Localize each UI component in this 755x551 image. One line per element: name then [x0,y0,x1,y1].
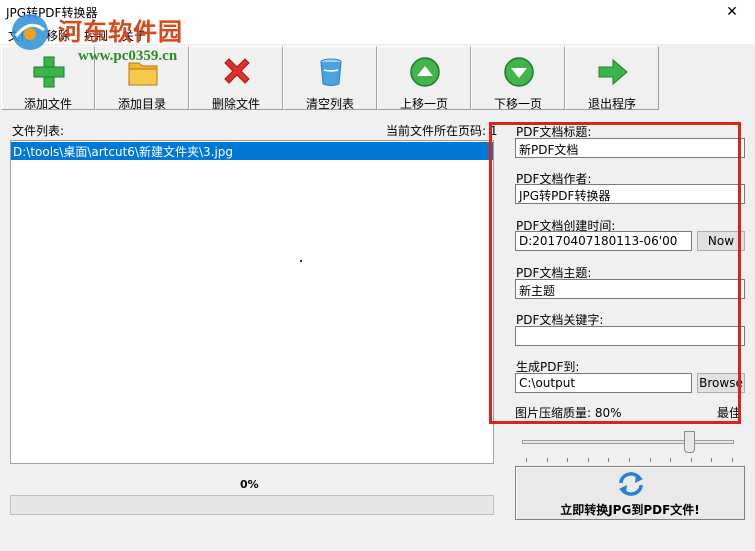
stray-dot [300,260,302,262]
convert-button[interactable]: 立即转换JPG到PDF文件! [515,466,745,520]
clear-list-label: 清空列表 [305,97,354,111]
slider-tick [690,458,692,462]
slider-tick [567,458,569,462]
watermark-url: www.pc0359.cn [78,48,178,64]
move-down-label: 下移一页 [493,97,542,111]
convert-button-label: 立即转换JPG到PDF文件! [560,503,700,517]
move-up-label: 上移一页 [399,97,448,111]
watermark-title: 河东软件园 [58,17,183,46]
slider-tick [546,458,548,462]
add-folder-label: 添加目录 [117,97,166,111]
close-button[interactable]: ✕ [709,0,755,24]
clear-bucket-icon [320,58,342,86]
progress-bar [10,495,494,515]
arrow-down-icon [504,57,534,87]
slider-tick [670,458,672,462]
delete-file-label: 删除文件 [211,97,260,111]
exit-label: 退出程序 [587,97,636,111]
current-page-label: 当前文件所在页码: 1 [386,124,498,138]
watermark: 河东软件园 www.pc0359.cn [8,10,238,72]
slider-tick [587,458,589,462]
add-file-label: 添加文件 [23,97,72,111]
file-list-label: 文件列表: [12,124,65,138]
move-up-button[interactable]: 上移一页 [377,46,471,111]
exit-button[interactable]: 退出程序 [565,46,659,111]
quality-slider-thumb[interactable] [684,431,695,453]
slider-tick [526,458,527,462]
arrow-up-icon [410,57,440,87]
quality-slider-track[interactable] [522,440,734,444]
move-down-button[interactable]: 下移一页 [471,46,565,111]
watermark-logo-icon [12,14,48,50]
slider-tick [649,458,651,462]
convert-refresh-icon [619,472,643,496]
list-item[interactable]: D:\tools\桌面\artcut6\新建文件夹\3.jpg [11,142,493,160]
highlight-box [489,122,741,424]
progress-text: 0% [240,478,259,491]
slider-tick [608,458,610,462]
file-list[interactable]: D:\tools\桌面\artcut6\新建文件夹\3.jpg [10,140,494,464]
slider-tick [711,458,713,462]
exit-arrow-icon [598,58,628,86]
slider-tick [629,458,630,462]
clear-list-button[interactable]: 清空列表 [283,46,377,111]
slider-tick [732,458,733,462]
